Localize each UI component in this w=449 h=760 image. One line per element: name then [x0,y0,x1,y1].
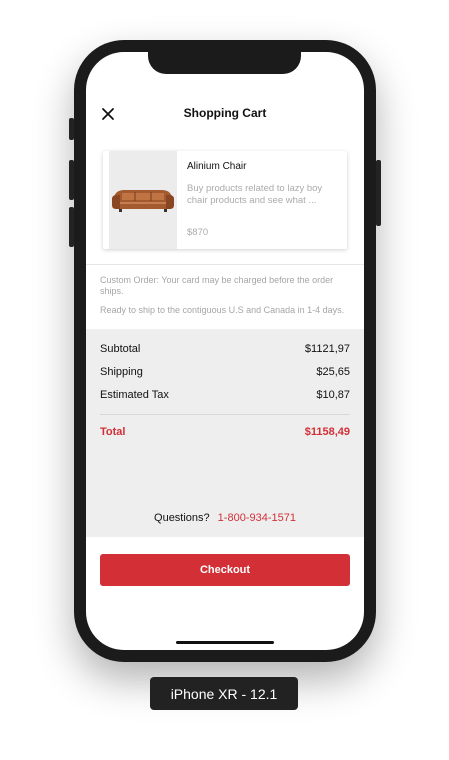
section-divider [86,264,364,265]
shipping-label: Shipping [100,366,143,378]
subtotal-value: $1121,97 [304,343,350,355]
product-description: Buy products related to lazy boy chair p… [187,183,323,206]
power-button [376,160,381,226]
device-notch [148,52,301,74]
shipping-note: Ready to ship to the contiguous U.S and … [100,305,345,315]
home-indicator [176,641,274,644]
subtotal-label: Subtotal [100,343,141,355]
order-summary: Subtotal $1121,97 Shipping $25,65 Estima… [86,329,364,537]
tax-label: Estimated Tax [100,389,169,401]
sofa-image [112,190,174,212]
device-label: iPhone XR - 12.1 [150,677,298,710]
summary-divider [100,414,350,415]
cart-item-card[interactable]: Alinium Chair Buy products related to la… [103,151,347,249]
custom-order-note: Custom Order: Your card may be charged b… [100,275,334,296]
total-value: $1158,49 [304,426,350,438]
subtotal-row: Subtotal $1121,97 [100,343,350,355]
shipping-row: Shipping $25,65 [100,366,350,378]
questions-label: Questions? [154,512,210,524]
product-image [109,151,177,249]
product-name: Alinium Chair [187,161,247,172]
checkout-button[interactable]: Checkout [100,554,350,586]
tax-value: $10,87 [316,389,350,401]
support-phone-link[interactable]: 1-800-934-1571 [218,512,296,524]
product-price: $870 [187,227,209,238]
total-label: Total [100,426,126,438]
page-title: Shopping Cart [183,106,267,120]
app-screen: Shopping Cart Alinium Chair Buy products… [86,52,364,650]
close-icon[interactable] [100,106,116,122]
device-frame: Shopping Cart Alinium Chair Buy products… [74,40,376,662]
support-line: Questions? 1-800-934-1571 [86,512,364,524]
total-row: Total $1158,49 [100,426,350,438]
shipping-value: $25,65 [316,366,350,378]
tax-row: Estimated Tax $10,87 [100,389,350,401]
